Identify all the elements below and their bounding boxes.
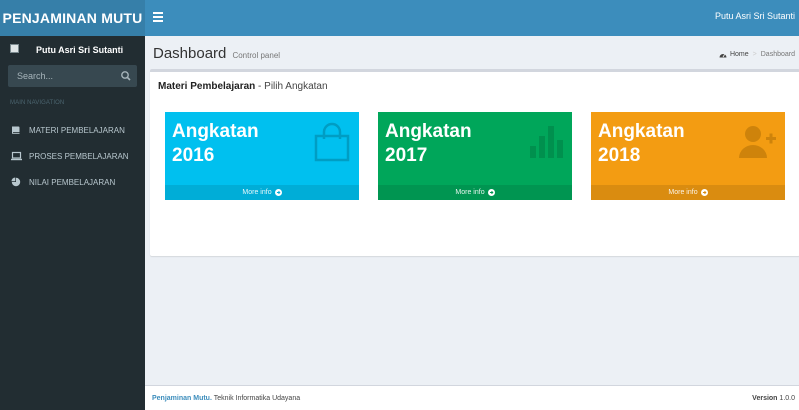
sidebar-item-nilai-pembelajaran[interactable]: NILAI PEMBELAJARAN xyxy=(0,171,145,193)
sidebar-item-label: PROSES PEMBELAJARAN xyxy=(29,151,129,161)
tile-title: Angkatan 2017 xyxy=(385,121,472,166)
sidebar-toggle-button[interactable] xyxy=(153,12,163,22)
breadcrumb-current: Dashboard xyxy=(760,51,795,58)
page-footer: Penjaminan Mutu. Teknik Informatika Uday… xyxy=(145,385,799,410)
user-panel: Putu Asri Sri Sutanti xyxy=(0,36,145,63)
content-area: Dashboard Control panel Home > Dashboard… xyxy=(145,36,799,385)
book-icon xyxy=(10,125,22,135)
laptop-icon xyxy=(10,151,22,161)
main-navigation-header: MAIN NAVIGATION xyxy=(10,100,65,106)
search-input[interactable] xyxy=(8,65,116,87)
shopping-bag-icon xyxy=(313,122,351,165)
bar-chart-icon xyxy=(526,122,564,165)
user-avatar xyxy=(10,44,19,53)
angkatan-2018-tile[interactable]: Angkatan 2018 More info xyxy=(591,112,785,200)
sidebar-item-proses-pembelajaran[interactable]: PROSES PEMBELAJARAN xyxy=(0,145,145,167)
tile-title: Angkatan 2018 xyxy=(598,121,685,166)
arrow-circle-right-icon xyxy=(487,189,495,196)
more-info-link[interactable]: More info xyxy=(378,185,572,200)
dashboard-icon xyxy=(719,54,727,58)
chart-pie-icon xyxy=(10,177,22,187)
footer-brand-link[interactable]: Penjaminan Mutu. xyxy=(152,395,212,402)
sidebar-item-label: MATERI PEMBELAJARAN xyxy=(29,125,125,135)
search-icon[interactable] xyxy=(119,69,133,83)
sidebar-item-label: NILAI PEMBELAJARAN xyxy=(29,177,116,187)
materi-pembelajaran-box: Materi Pembelajaran - Pilih Angkatan Ang… xyxy=(150,69,799,256)
user-plus-icon xyxy=(737,122,777,165)
footer-copyright: Penjaminan Mutu. Teknik Informatika Uday… xyxy=(152,395,301,402)
breadcrumb: Home > Dashboard xyxy=(719,51,795,58)
footer-version: Version 1.0.0 xyxy=(752,395,795,402)
tile-title: Angkatan 2016 xyxy=(172,121,259,166)
arrow-circle-right-icon xyxy=(700,189,708,196)
angkatan-2016-tile[interactable]: Angkatan 2016 More info xyxy=(165,112,359,200)
app-logo[interactable]: PENJAMINAN MUTU xyxy=(0,0,145,36)
sidebar-search xyxy=(8,65,137,87)
sidebar-item-materi-pembelajaran[interactable]: MATERI PEMBELAJARAN xyxy=(0,119,145,141)
sidebar-user-name: Putu Asri Sri Sutanti xyxy=(36,45,124,55)
arrow-circle-right-icon xyxy=(274,189,282,196)
page-title: Dashboard xyxy=(153,45,227,62)
breadcrumb-separator: > xyxy=(752,51,757,58)
breadcrumb-home-link[interactable]: Home xyxy=(719,51,749,58)
box-title: Materi Pembelajaran - Pilih Angkatan xyxy=(158,81,328,92)
top-navbar: Putu Asri Sri Sutanti xyxy=(145,0,799,36)
page-subtitle: Control panel xyxy=(232,51,281,60)
more-info-link[interactable]: More info xyxy=(591,185,785,200)
page-header: Dashboard Control panel xyxy=(153,45,280,62)
navbar-user-menu[interactable]: Putu Asri Sri Sutanti xyxy=(715,11,795,21)
sidebar: Putu Asri Sri Sutanti MAIN NAVIGATION MA… xyxy=(0,36,145,410)
more-info-link[interactable]: More info xyxy=(165,185,359,200)
angkatan-2017-tile[interactable]: Angkatan 2017 More info xyxy=(378,112,572,200)
